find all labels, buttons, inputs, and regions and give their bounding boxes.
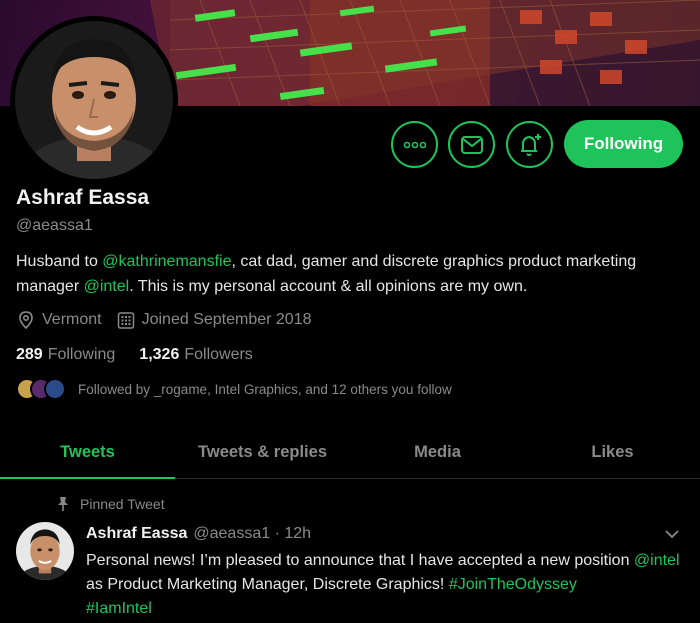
pin-icon: [58, 497, 68, 511]
envelope-icon: [460, 135, 483, 154]
following-count: 289: [16, 346, 43, 363]
following-button[interactable]: Following: [564, 120, 683, 168]
following-stat[interactable]: 289 Following: [16, 346, 115, 364]
pinned-label: Pinned Tweet: [80, 496, 165, 512]
bio-text: Husband to: [16, 253, 103, 270]
followers-stat[interactable]: 1,326 Followers: [139, 346, 253, 364]
bio-text: . This is my personal account & all opin…: [129, 278, 528, 295]
calendar-icon: [117, 312, 134, 329]
chevron-down-icon: [665, 530, 679, 539]
location-pin-icon: [19, 311, 33, 330]
profile-handle: @aeassa1: [16, 217, 93, 234]
profile-avatar[interactable]: [10, 16, 178, 184]
tweet-avatar[interactable]: [16, 522, 74, 580]
bell-plus-icon: [520, 133, 541, 156]
pinned-indicator: Pinned Tweet: [58, 496, 165, 512]
tweet-text-part: as Product Marketing Manager, Discrete G…: [86, 576, 449, 593]
hashtag-link[interactable]: #JoinTheOdyssey: [449, 576, 577, 593]
tab-tweets-replies[interactable]: Tweets & replies: [175, 427, 350, 478]
tweet-text: Personal news! I’m pleased to announce t…: [86, 549, 686, 621]
notifications-button[interactable]: [506, 121, 553, 168]
profile-bio: Husband to @kathrinemansfie, cat dad, ga…: [16, 249, 686, 299]
bio-mention-link[interactable]: @intel: [84, 278, 130, 295]
profile-stats: 289 Following 1,326 Followers: [16, 346, 277, 364]
tab-likes[interactable]: Likes: [525, 427, 700, 478]
followed-by[interactable]: Followed by _rogame, Intel Graphics, and…: [16, 378, 452, 400]
tweet-mention-link[interactable]: @intel: [634, 552, 680, 569]
location-text: Vermont: [42, 311, 102, 328]
tweet-author[interactable]: Ashraf Eassa: [86, 525, 187, 543]
more-icon: [403, 141, 426, 148]
mini-avatar: [44, 378, 66, 400]
profile-meta: Vermont Joined September 2018: [16, 310, 326, 330]
message-button[interactable]: [448, 121, 495, 168]
more-button[interactable]: [391, 121, 438, 168]
tweet-menu-button[interactable]: [664, 526, 680, 544]
location: Vermont: [16, 310, 102, 330]
profile-tabs: Tweets Tweets & replies Media Likes: [0, 427, 700, 479]
followers-count: 1,326: [139, 346, 180, 363]
tab-media[interactable]: Media: [350, 427, 525, 478]
bio-mention-link[interactable]: @kathrinemansfie: [102, 253, 231, 270]
followed-by-avatars: [16, 378, 66, 400]
tweet-handle-time[interactable]: @aeassa1 · 12h: [193, 525, 311, 543]
following-label: Following: [47, 346, 116, 363]
avatar-photo: [15, 21, 173, 179]
followed-by-text: Followed by _rogame, Intel Graphics, and…: [78, 381, 452, 397]
profile-name: Ashraf Eassa: [16, 186, 150, 209]
joined-text: Joined September 2018: [141, 311, 312, 328]
tweet-header: Ashraf Eassa @aeassa1 · 12h: [86, 525, 311, 543]
tab-tweets[interactable]: Tweets: [0, 427, 175, 479]
followers-label: Followers: [184, 346, 253, 363]
tweet-text-part: Personal news! I’m pleased to announce t…: [86, 552, 634, 569]
joined-date: Joined September 2018: [116, 310, 312, 330]
hashtag-link[interactable]: #IamIntel: [86, 600, 152, 617]
